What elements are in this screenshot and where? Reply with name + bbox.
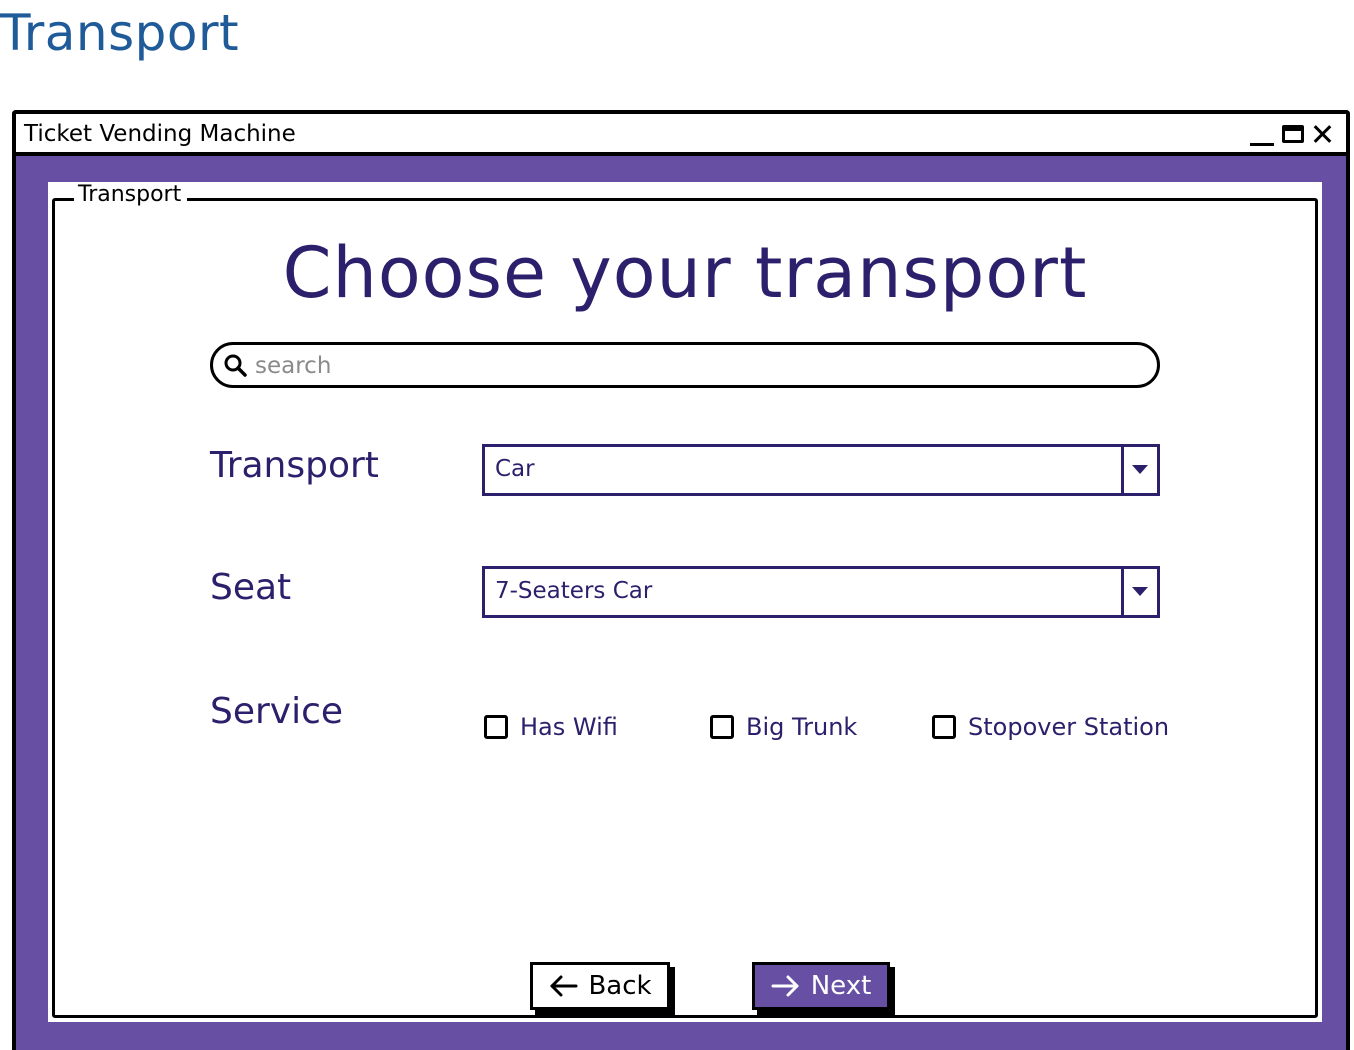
window-title: Ticket Vending Machine [24,121,296,147]
close-icon[interactable] [1312,123,1334,145]
next-button-label: Next [810,971,872,1001]
seat-label: Seat [210,567,292,608]
checkbox[interactable] [710,715,734,739]
service-option-stopover[interactable]: Stopover Station [932,710,1169,744]
window-titlebar: Ticket Vending Machine [16,114,1346,156]
checkbox[interactable] [484,715,508,739]
page-title: Transport [0,4,240,62]
chevron-down-icon[interactable] [1121,447,1157,493]
service-label: Service [210,691,344,732]
seat-select[interactable]: 7-Seaters Car [482,566,1160,618]
back-button-label: Back [588,971,652,1001]
transport-select-value: Car [495,456,535,482]
maximize-icon[interactable] [1282,125,1304,143]
window-controls [1250,120,1334,148]
service-option-big-trunk[interactable]: Big Trunk [710,710,857,744]
arrow-left-icon [550,975,578,997]
chevron-down-icon[interactable] [1121,569,1157,615]
seat-select-value: 7-Seaters Car [495,578,653,604]
search-bar[interactable] [210,342,1160,388]
next-button[interactable]: Next [752,962,890,1010]
back-button[interactable]: Back [530,962,670,1010]
groupbox-legend: Transport [74,182,188,208]
app-window: Ticket Vending Machine Transport Choose … [12,110,1350,1050]
search-icon [224,354,247,377]
checkbox-label: Big Trunk [746,713,858,741]
minimize-icon[interactable] [1250,122,1274,146]
transport-select[interactable]: Car [482,444,1160,496]
search-input[interactable] [253,349,1137,383]
content-panel: Transport Choose your transport Transpor… [48,182,1322,1022]
main-heading: Choose your transport [282,232,1088,314]
checkbox[interactable] [932,715,956,739]
checkbox-label: Has Wifi [520,713,618,741]
arrow-right-icon [771,975,799,997]
transport-label: Transport [210,445,379,486]
checkbox-label: Stopover Station [968,713,1170,741]
service-option-wifi[interactable]: Has Wifi [484,710,618,744]
